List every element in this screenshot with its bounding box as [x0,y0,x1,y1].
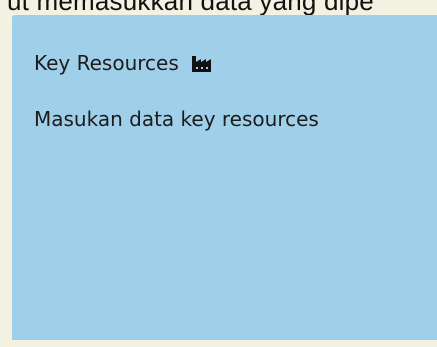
card-title-label: Key Resources [34,51,179,75]
card-subtitle: Masukan data key resources [34,107,319,131]
card-title: Key Resources [34,51,215,75]
instruction-text: ut memasukkan data yang dipe [7,0,374,16]
factory-icon [191,54,215,72]
